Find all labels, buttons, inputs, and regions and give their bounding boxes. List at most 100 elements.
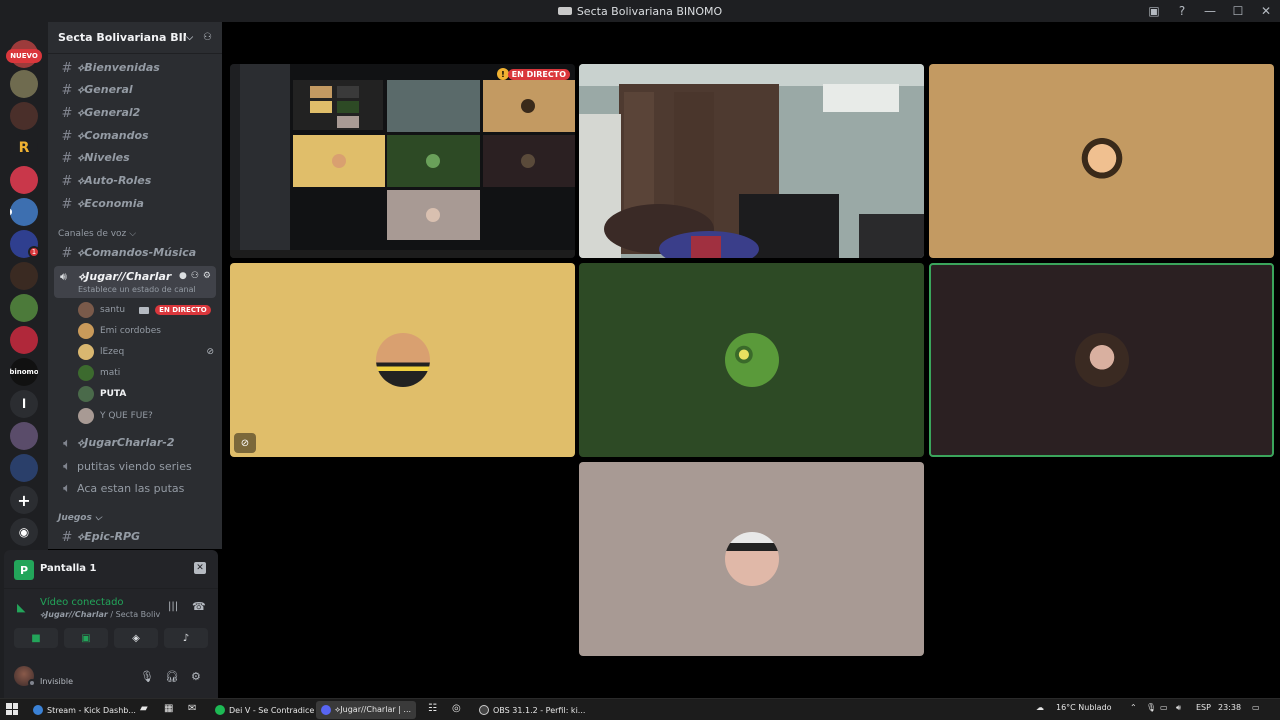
- language-indicator[interactable]: ESP: [1196, 703, 1211, 712]
- connection-channel[interactable]: ⟡Jugar//Charlar / Secta Boliv...: [40, 610, 160, 620]
- screen-share-button[interactable]: ▣: [64, 628, 108, 648]
- weather-text[interactable]: 16°C Nublado: [1056, 703, 1112, 712]
- text-channel[interactable]: # ⟡Bienvenidas: [56, 58, 218, 78]
- server-icon-9[interactable]: [10, 326, 38, 354]
- activity-button[interactable]: ◈: [114, 628, 158, 648]
- inbox-icon[interactable]: ▣: [1140, 0, 1168, 22]
- text-channel[interactable]: # ⟡Auto-Roles: [56, 171, 218, 191]
- add-member-icon[interactable]: ⚇: [203, 32, 212, 43]
- server-icon-binomo[interactable]: binomo: [10, 358, 38, 386]
- camera-button[interactable]: ■: [14, 628, 58, 648]
- participant-tile[interactable]: [579, 462, 924, 656]
- user-panel: Invisible 🎙︎ 🎧︎ ⚙: [4, 660, 218, 698]
- terminal-icon[interactable]: ☷: [428, 703, 437, 714]
- text-channel[interactable]: # ⟡Niveles: [56, 148, 218, 168]
- chevron-down-icon: ⌵: [186, 32, 194, 43]
- disconnect-icon[interactable]: ☎: [192, 600, 206, 613]
- voice-user[interactable]: santu EN DIRECTO: [78, 300, 218, 320]
- server-icon-r[interactable]: R: [10, 134, 38, 162]
- server-icon-2[interactable]: [10, 70, 38, 98]
- voice-channel[interactable]: 🔈︎ ⟡JugarCharlar-2: [56, 433, 218, 453]
- screen-share-tile[interactable]: ! EN DIRECTO: [230, 64, 575, 258]
- camera-tile[interactable]: [579, 64, 924, 258]
- active-voice-channel[interactable]: 🔊︎ ⟡Jugar//Charlar Establece un estado d…: [54, 266, 216, 298]
- server-name: Secta Bolivariana BINO...: [58, 31, 186, 44]
- text-channel[interactable]: # ⟡Economia: [56, 194, 218, 214]
- user-status[interactable]: Invisible: [40, 677, 73, 686]
- maximize-button[interactable]: ☐: [1224, 0, 1252, 22]
- games-category-header[interactable]: Juegos ⌵: [58, 513, 102, 523]
- screen-share-title: Pantalla 1: [40, 563, 97, 574]
- network-icon[interactable]: ▭: [1160, 703, 1168, 712]
- close-window-button[interactable]: ✕: [1252, 0, 1280, 22]
- text-channel[interactable]: # ⟡Epic-RPG: [56, 527, 218, 547]
- participant-tile[interactable]: ⊘: [230, 263, 575, 457]
- server-icon-l[interactable]: l: [10, 390, 38, 418]
- noise-suppression-icon[interactable]: |||: [168, 601, 178, 612]
- server-icon-4[interactable]: [10, 166, 38, 194]
- discord-app: Secta Bolivariana BINOMO ▣ ? — ☐ ✕ NUEVO…: [0, 0, 1280, 720]
- server-icon-3[interactable]: [10, 102, 38, 130]
- steam-icon[interactable]: ◎: [452, 703, 461, 714]
- tray-chevron-icon[interactable]: ⌃: [1130, 703, 1137, 712]
- start-icon[interactable]: [6, 703, 18, 715]
- help-icon[interactable]: ?: [1168, 0, 1196, 22]
- voice-user[interactable]: Emi cordobes: [78, 321, 218, 341]
- voice-user[interactable]: mati: [78, 363, 218, 383]
- discover-icon[interactable]: ◉: [10, 518, 38, 546]
- taskbar-item-discord[interactable]: ⟡Jugar//Charlar | ...: [316, 701, 416, 719]
- microphone-icon[interactable]: 🎙︎: [140, 670, 154, 683]
- soundboard-button[interactable]: ♪: [164, 628, 208, 648]
- voice-user[interactable]: Y QUE FUE?: [78, 406, 218, 426]
- volume-icon[interactable]: 🔊︎: [1176, 703, 1181, 713]
- server-icon-7[interactable]: [10, 262, 38, 290]
- headphones-icon[interactable]: 🎧︎: [165, 670, 179, 683]
- gear-icon[interactable]: ⚙: [203, 271, 211, 281]
- text-channel-music[interactable]: # ⟡Comandos-Música: [56, 243, 218, 263]
- text-channel[interactable]: # ⟡General: [56, 80, 218, 100]
- notifications-icon[interactable]: ▭: [1252, 703, 1260, 712]
- screen-share-preview: [230, 64, 575, 258]
- voice-user[interactable]: lEzeq ⊘: [78, 342, 218, 362]
- voice-user[interactable]: PUTA: [78, 384, 218, 404]
- speaker-icon: 🔈︎: [63, 458, 71, 474]
- add-server-button[interactable]: +: [10, 486, 38, 514]
- server-icon-5[interactable]: [10, 198, 38, 226]
- text-channel[interactable]: # ⟡General2: [56, 103, 218, 123]
- avatar: [78, 323, 94, 339]
- text-channel[interactable]: # ⟡Comandos: [56, 126, 218, 146]
- screen-share-tile-icon: P: [14, 560, 34, 580]
- weather-icon[interactable]: ☁: [1036, 703, 1044, 712]
- live-badge: EN DIRECTO: [155, 305, 211, 315]
- taskbar-item-obs[interactable]: OBS 31.1.2 - Perfil: ki...: [474, 701, 585, 719]
- mic-tray-icon[interactable]: 🎙︎: [1146, 703, 1156, 712]
- connection-status[interactable]: Vídeo conectado: [40, 597, 124, 608]
- minimize-button[interactable]: —: [1196, 0, 1224, 22]
- taskbar-item-spotify[interactable]: Dei V - Se Contradice: [210, 701, 314, 719]
- server-icon-11[interactable]: [10, 454, 38, 482]
- chevron-down-icon: ⌵: [94, 513, 102, 523]
- gear-icon[interactable]: ⚙: [191, 670, 201, 683]
- avatar: [78, 386, 94, 402]
- voice-channel[interactable]: 🔈︎ putitas viendo series: [56, 456, 218, 476]
- folder-icon[interactable]: ▰: [140, 703, 148, 714]
- server-icon-10[interactable]: [10, 422, 38, 450]
- server-header[interactable]: Secta Bolivariana BINO... ⌵ ⚇: [48, 22, 222, 54]
- clock[interactable]: 23:38: [1218, 703, 1241, 712]
- voice-channel[interactable]: 🔈︎ Aca estan las putas: [56, 478, 218, 498]
- participant-tile[interactable]: [929, 64, 1274, 258]
- mail-icon[interactable]: ✉: [188, 703, 196, 714]
- chat-icon[interactable]: ●: [179, 271, 187, 281]
- voice-category-header[interactable]: Canales de voz ⌵: [58, 229, 136, 239]
- participant-tile-speaking[interactable]: [929, 263, 1274, 457]
- discord-icon: [321, 705, 331, 715]
- taskbar-item-browser[interactable]: Stream - Kick Dashb...: [28, 701, 136, 719]
- participant-tile[interactable]: [579, 263, 924, 457]
- close-icon[interactable]: ✕: [194, 562, 206, 574]
- signal-icon[interactable]: ◣: [17, 601, 25, 614]
- server-icon-8[interactable]: [10, 294, 38, 322]
- title-bar: Secta Bolivariana BINOMO ▣ ? — ☐ ✕: [0, 0, 1280, 22]
- avatar: [78, 408, 94, 424]
- store-icon[interactable]: ▦: [164, 703, 173, 714]
- invite-icon[interactable]: ⚇: [191, 271, 199, 281]
